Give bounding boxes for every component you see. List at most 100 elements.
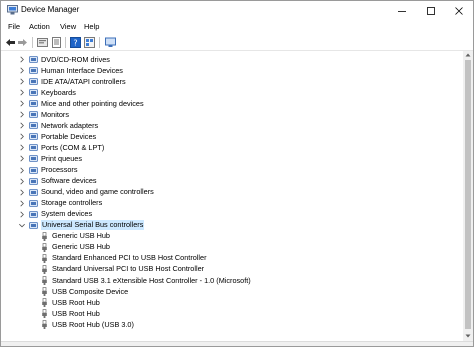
- menu-help[interactable]: Help: [84, 22, 99, 31]
- tree-category-label: Sound, video and game controllers: [41, 187, 154, 197]
- port-icon: [29, 144, 38, 152]
- tree-category-row[interactable]: Portable Devices: [1, 131, 463, 142]
- tree-category-row[interactable]: Keyboards: [1, 87, 463, 98]
- usb-plug-icon: [42, 287, 47, 297]
- tree-category-row[interactable]: Software devices: [1, 176, 463, 187]
- tree-device-label: USB Root Hub (USB 3.0): [52, 319, 134, 329]
- tree-device-label: USB Composite Device: [52, 286, 129, 296]
- tree-device-row[interactable]: Standard Universal PCI to USB Host Contr…: [1, 264, 463, 275]
- tree-category-row[interactable]: Network adapters: [1, 120, 463, 131]
- usb-plug-icon: [42, 254, 47, 263]
- chevron-right-icon[interactable]: [18, 121, 26, 130]
- tree-device-row[interactable]: USB Root Hub: [1, 297, 463, 308]
- view-icon[interactable]: [84, 37, 95, 48]
- tree-category-label: Keyboards: [41, 87, 76, 97]
- chevron-right-icon[interactable]: [18, 154, 26, 163]
- tree-category-row[interactable]: Human Interface Devices: [1, 65, 463, 76]
- tree-category-label: Print queues: [41, 153, 82, 163]
- tree-device-row[interactable]: USB Composite Device: [1, 286, 463, 297]
- minimize-button[interactable]: [390, 1, 414, 20]
- device-manager-window: Device Manager File Action View Help ? D…: [0, 0, 474, 347]
- tree-device-label: USB Root Hub: [52, 297, 100, 307]
- tree-device-row[interactable]: Generic USB Hub: [1, 242, 463, 253]
- tree-category-label: Mice and other pointing devices: [41, 98, 144, 108]
- tree-device-label: USB Root Hub: [52, 308, 100, 318]
- chevron-right-icon[interactable]: [18, 110, 26, 119]
- chevron-right-icon[interactable]: [18, 55, 26, 64]
- tree-device-row[interactable]: USB Root Hub: [1, 308, 463, 319]
- tree-device-row[interactable]: Standard Enhanced PCI to USB Host Contro…: [1, 253, 463, 264]
- storage-controller-icon: [29, 199, 38, 207]
- update-driver-icon[interactable]: [51, 37, 62, 48]
- chevron-right-icon[interactable]: [18, 188, 26, 197]
- tree-device-row[interactable]: USB Root Hub (USB 3.0): [1, 319, 463, 330]
- usb-plug-icon: [42, 231, 47, 241]
- scroll-down-arrow-icon[interactable]: [465, 333, 471, 339]
- tree-category-label: IDE ATA/ATAPI controllers: [41, 76, 126, 86]
- help-icon[interactable]: ?: [70, 37, 81, 48]
- maximize-button[interactable]: [419, 1, 443, 20]
- forward-arrow-icon[interactable]: [17, 37, 28, 48]
- chevron-right-icon[interactable]: [18, 132, 26, 141]
- chevron-right-icon[interactable]: [18, 199, 26, 208]
- properties-icon[interactable]: [37, 37, 48, 48]
- maximize-icon: [427, 6, 435, 15]
- tree-category-row[interactable]: System devices: [1, 209, 463, 220]
- software-device-icon: [29, 177, 38, 185]
- tree-category-label: System devices: [41, 209, 93, 219]
- chevron-down-icon[interactable]: [18, 221, 26, 230]
- tree-category-row[interactable]: Ports (COM & LPT): [1, 142, 463, 153]
- toolbar: ?: [1, 34, 473, 51]
- toolbar-separator: [99, 37, 100, 48]
- toolbar-separator: [65, 37, 66, 48]
- monitor-icon: [29, 111, 38, 119]
- menu-file[interactable]: File: [8, 22, 20, 31]
- tree-category-row[interactable]: IDE ATA/ATAPI controllers: [1, 76, 463, 87]
- tree-category-row[interactable]: Print queues: [1, 153, 463, 164]
- tree-category-row[interactable]: Sound, video and game controllers: [1, 187, 463, 198]
- ide-controller-icon: [29, 78, 38, 85]
- tree-category-row[interactable]: Storage controllers: [1, 198, 463, 209]
- usb-plug-icon: [42, 298, 47, 308]
- scan-hardware-icon[interactable]: [105, 37, 116, 48]
- usb-plug-icon: [42, 265, 47, 274]
- scroll-up-arrow-icon[interactable]: [465, 52, 471, 58]
- tree-category-row[interactable]: Monitors: [1, 109, 463, 120]
- processor-icon: [29, 166, 38, 174]
- svg-text:?: ?: [73, 39, 77, 48]
- chevron-right-icon[interactable]: [18, 166, 26, 175]
- device-tree[interactable]: DVD/CD-ROM drives Human Interface Devices…: [1, 51, 463, 341]
- tree-category-row[interactable]: Mice and other pointing devices: [1, 98, 463, 109]
- title-bar[interactable]: Device Manager: [1, 1, 473, 20]
- chevron-right-icon[interactable]: [18, 77, 26, 86]
- menu-action[interactable]: Action: [29, 22, 50, 31]
- hid-icon: [29, 67, 38, 74]
- chevron-right-icon[interactable]: [18, 66, 26, 75]
- chevron-right-icon[interactable]: [18, 88, 26, 97]
- chevron-right-icon[interactable]: [18, 177, 26, 186]
- usb-controller-icon: [29, 221, 38, 229]
- tree-category-row[interactable]: Processors: [1, 165, 463, 176]
- chevron-right-icon[interactable]: [18, 99, 26, 108]
- vertical-scrollbar[interactable]: [463, 51, 473, 341]
- usb-plug-icon: [42, 320, 47, 330]
- mouse-icon: [29, 100, 38, 108]
- tree-device-label: Generic USB Hub: [52, 231, 110, 241]
- menu-view[interactable]: View: [60, 22, 76, 31]
- tree-category-label: Software devices: [41, 176, 97, 186]
- tree-device-row[interactable]: Standard USB 3.1 eXtensible Host Control…: [1, 275, 463, 286]
- tree-category-row[interactable]: DVD/CD-ROM drives: [1, 54, 463, 65]
- tree-device-row[interactable]: Generic USB Hub: [1, 231, 463, 242]
- tree-category-label: DVD/CD-ROM drives: [41, 54, 110, 64]
- chevron-right-icon[interactable]: [18, 210, 26, 219]
- usb-plug-icon: [42, 309, 47, 319]
- back-arrow-icon[interactable]: [5, 37, 16, 48]
- dvd-drive-icon: [29, 56, 38, 63]
- device-manager-icon: [7, 5, 18, 15]
- tree-category-label: Monitors: [41, 109, 69, 119]
- scrollbar-thumb[interactable]: [465, 60, 471, 329]
- tree-category-row[interactable]: Universal Serial Bus controllers: [1, 220, 463, 231]
- tree-device-label: Generic USB Hub: [52, 242, 110, 252]
- close-button[interactable]: [447, 1, 471, 20]
- chevron-right-icon[interactable]: [18, 143, 26, 152]
